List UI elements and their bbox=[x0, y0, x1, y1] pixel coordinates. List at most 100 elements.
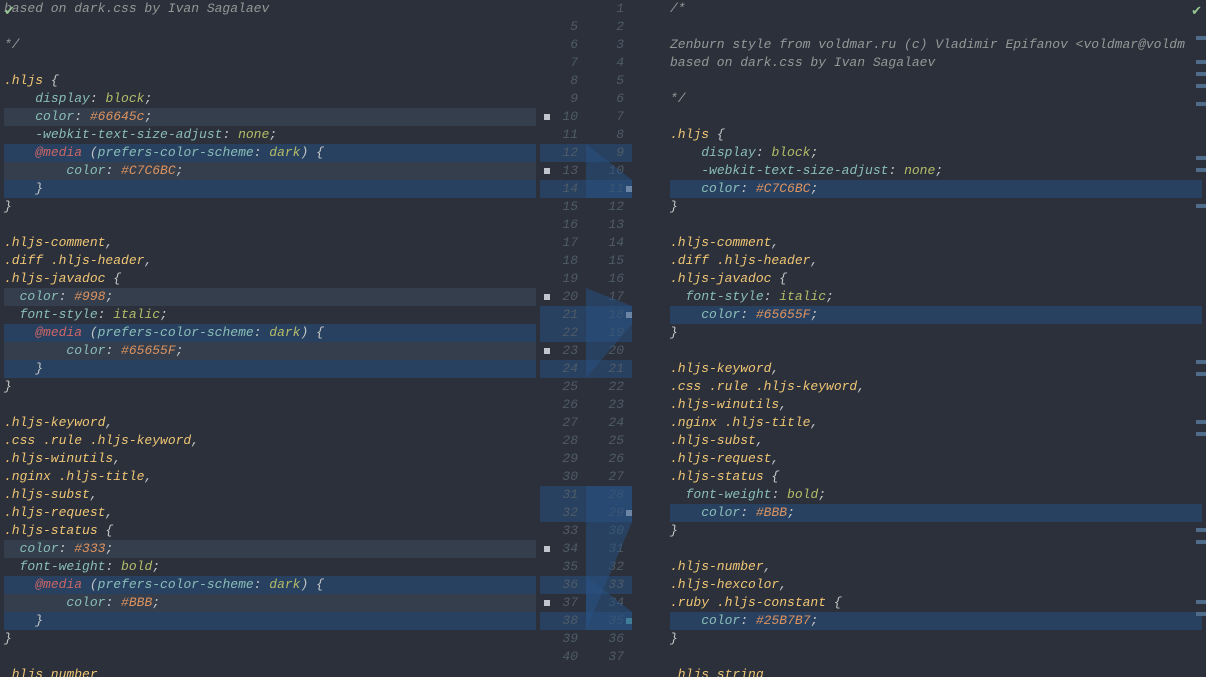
gutter-row[interactable]: 118 bbox=[540, 126, 666, 144]
code-line[interactable]: font-weight: bold; bbox=[4, 558, 536, 576]
code-line[interactable] bbox=[670, 342, 1202, 360]
gutter-row[interactable]: 52 bbox=[540, 18, 666, 36]
gutter-row[interactable]: 107 bbox=[540, 108, 666, 126]
code-line[interactable]: color: #BBB; bbox=[670, 504, 1202, 522]
gutter-row[interactable]: 3330 bbox=[540, 522, 666, 540]
code-line[interactable]: color: #C7C6BC; bbox=[670, 180, 1202, 198]
gutter-row[interactable]: 96 bbox=[540, 90, 666, 108]
code-line[interactable]: .hljs-subst, bbox=[670, 432, 1202, 450]
gutter-row[interactable]: 1512 bbox=[540, 198, 666, 216]
gutter-row[interactable]: 2926 bbox=[540, 450, 666, 468]
gutter-row[interactable]: 3027 bbox=[540, 468, 666, 486]
code-line[interactable]: font-style: italic; bbox=[670, 288, 1202, 306]
code-line[interactable]: .diff .hljs-header, bbox=[4, 252, 536, 270]
code-line[interactable]: .hljs-number, bbox=[670, 558, 1202, 576]
code-line[interactable]: .hljs-status { bbox=[4, 522, 536, 540]
code-line[interactable]: display: block; bbox=[670, 144, 1202, 162]
code-line[interactable]: -webkit-text-size-adjust: none; bbox=[670, 162, 1202, 180]
left-code[interactable]: based on dark.css by Ivan Sagalaev */ .hlj… bbox=[0, 0, 540, 677]
code-line[interactable]: .hljs { bbox=[4, 72, 536, 90]
code-line[interactable]: .hljs-subst, bbox=[4, 486, 536, 504]
code-line[interactable]: .hljs-comment, bbox=[4, 234, 536, 252]
code-line[interactable]: color: #66645c; bbox=[4, 108, 536, 126]
code-line[interactable]: display: block; bbox=[4, 90, 536, 108]
code-line[interactable]: .hljs-keyword, bbox=[670, 360, 1202, 378]
code-line[interactable]: } bbox=[670, 630, 1202, 648]
code-line[interactable]: } bbox=[4, 180, 536, 198]
code-line[interactable]: based on dark.css by Ivan Sagalaev bbox=[670, 54, 1202, 72]
gutter-row[interactable]: 3532 bbox=[540, 558, 666, 576]
gutter-row[interactable]: 2724 bbox=[540, 414, 666, 432]
gutter-row[interactable]: 3633 bbox=[540, 576, 666, 594]
code-line[interactable] bbox=[670, 18, 1202, 36]
gutter-row[interactable]: 3734 bbox=[540, 594, 666, 612]
code-line[interactable]: .hljs-javadoc { bbox=[670, 270, 1202, 288]
code-line[interactable]: color: #BBB; bbox=[4, 594, 536, 612]
gutter-row[interactable]: 3936 bbox=[540, 630, 666, 648]
code-line[interactable]: color: #C7C6BC; bbox=[4, 162, 536, 180]
gutter-row[interactable]: 2623 bbox=[540, 396, 666, 414]
gutter-row[interactable]: 2219 bbox=[540, 324, 666, 342]
code-line[interactable]: .nginx .hljs-title, bbox=[670, 414, 1202, 432]
code-line[interactable]: } bbox=[670, 324, 1202, 342]
gutter-row[interactable]: 85 bbox=[540, 72, 666, 90]
code-line[interactable]: .nginx .hljs-title, bbox=[4, 468, 536, 486]
code-line[interactable]: color: #333; bbox=[4, 540, 536, 558]
gutter-row[interactable]: 1613 bbox=[540, 216, 666, 234]
code-line[interactable]: Zenburn style from voldmar.ru (c) Vladim… bbox=[670, 36, 1202, 54]
gutter-row[interactable]: 74 bbox=[540, 54, 666, 72]
code-line[interactable]: .hljs-status { bbox=[670, 468, 1202, 486]
code-line[interactable]: color: #25B7B7; bbox=[670, 612, 1202, 630]
code-line[interactable]: based on dark.css by Ivan Sagalaev bbox=[4, 0, 536, 18]
code-line[interactable]: } bbox=[4, 198, 536, 216]
code-line[interactable]: @media (prefers-color-scheme: dark) { bbox=[4, 144, 536, 162]
code-line[interactable] bbox=[670, 216, 1202, 234]
gutter-row[interactable]: 4037 bbox=[540, 648, 666, 666]
right-code[interactable]: /*Zenburn style from voldmar.ru (c) Vlad… bbox=[666, 0, 1206, 677]
code-line[interactable]: } bbox=[4, 378, 536, 396]
code-line[interactable] bbox=[4, 54, 536, 72]
gutter-row[interactable]: 2017 bbox=[540, 288, 666, 306]
gutter-row[interactable]: 3431 bbox=[540, 540, 666, 558]
code-line[interactable]: */ bbox=[670, 90, 1202, 108]
code-line[interactable]: } bbox=[4, 360, 536, 378]
code-line[interactable]: .css .rule .hljs-keyword, bbox=[670, 378, 1202, 396]
gutter-row[interactable]: 2522 bbox=[540, 378, 666, 396]
code-line[interactable]: } bbox=[670, 198, 1202, 216]
code-line[interactable] bbox=[4, 18, 536, 36]
code-line[interactable]: .hljs-request, bbox=[4, 504, 536, 522]
code-line[interactable]: .ruby .hljs-constant { bbox=[670, 594, 1202, 612]
code-line[interactable]: -webkit-text-size-adjust: none; bbox=[4, 126, 536, 144]
left-pane[interactable]: ✔ based on dark.css by Ivan Sagalaev*/.h… bbox=[0, 0, 540, 677]
code-line[interactable]: @media (prefers-color-scheme: dark) { bbox=[4, 324, 536, 342]
code-line[interactable] bbox=[670, 108, 1202, 126]
minimap-left[interactable] bbox=[530, 0, 540, 677]
gutter-row[interactable]: 129 bbox=[540, 144, 666, 162]
code-line[interactable]: hljs number bbox=[4, 666, 536, 677]
code-line[interactable]: */ bbox=[4, 36, 536, 54]
code-line[interactable] bbox=[670, 72, 1202, 90]
minimap-right[interactable] bbox=[1196, 0, 1206, 677]
code-line[interactable]: .css .rule .hljs-keyword, bbox=[4, 432, 536, 450]
code-line[interactable]: .hljs-javadoc { bbox=[4, 270, 536, 288]
code-line[interactable]: .hljs-winutils, bbox=[4, 450, 536, 468]
code-line[interactable]: .hljs { bbox=[670, 126, 1202, 144]
gutter-row[interactable]: 3229 bbox=[540, 504, 666, 522]
gutter-row[interactable]: 1411 bbox=[540, 180, 666, 198]
gutter-row[interactable]: 2421 bbox=[540, 360, 666, 378]
gutter-row[interactable]: 1714 bbox=[540, 234, 666, 252]
code-line[interactable]: color: #65655F; bbox=[4, 342, 536, 360]
code-line[interactable]: @media (prefers-color-scheme: dark) { bbox=[4, 576, 536, 594]
gutter-row[interactable] bbox=[540, 666, 666, 677]
code-line[interactable]: .hljs-winutils, bbox=[670, 396, 1202, 414]
code-line[interactable]: } bbox=[670, 522, 1202, 540]
gutter-row[interactable]: 2320 bbox=[540, 342, 666, 360]
code-line[interactable]: font-style: italic; bbox=[4, 306, 536, 324]
code-line[interactable]: font-weight: bold; bbox=[670, 486, 1202, 504]
gutter-row[interactable]: 1 bbox=[540, 0, 666, 18]
code-line[interactable]: .hljs-keyword, bbox=[4, 414, 536, 432]
code-line[interactable]: color: #65655F; bbox=[670, 306, 1202, 324]
gutter-row[interactable]: 63 bbox=[540, 36, 666, 54]
gutter-row[interactable]: 3835 bbox=[540, 612, 666, 630]
gutter-row[interactable]: 2825 bbox=[540, 432, 666, 450]
